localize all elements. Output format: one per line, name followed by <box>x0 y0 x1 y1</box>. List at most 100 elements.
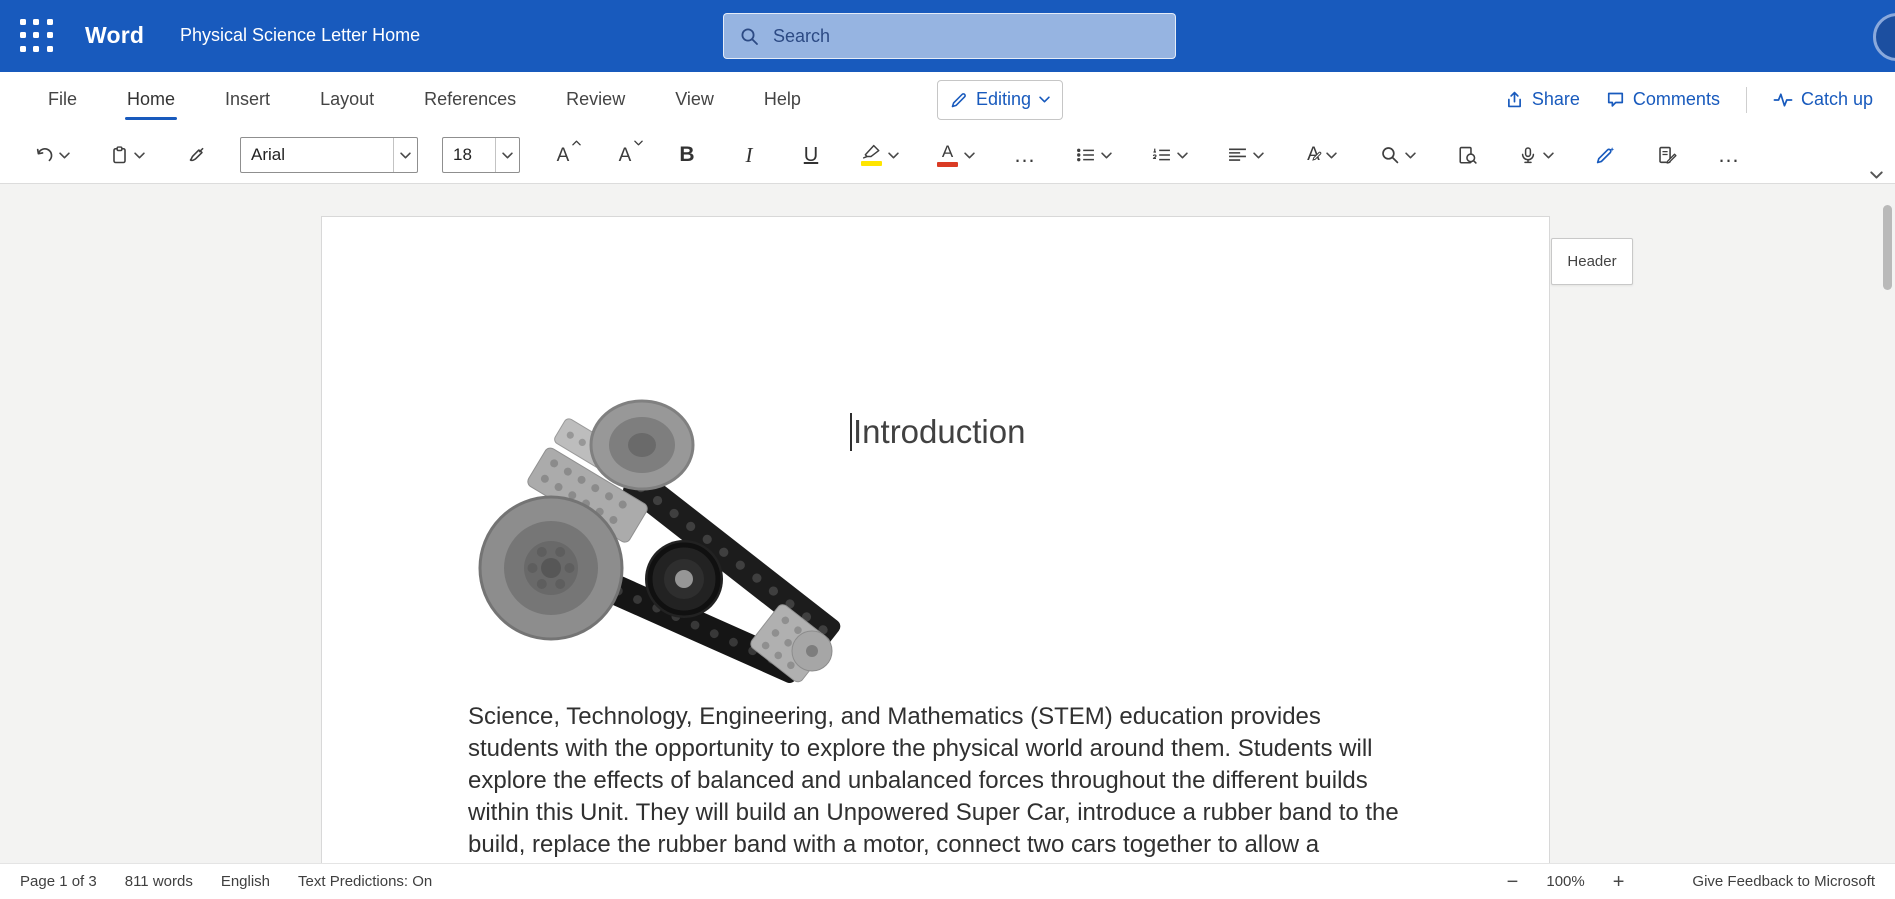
status-word-count[interactable]: 811 words <box>125 873 193 890</box>
tab-help[interactable]: Help <box>764 72 801 127</box>
page-edit-icon <box>1658 146 1677 165</box>
paste-button[interactable] <box>102 135 154 175</box>
body-paragraph[interactable]: Science, Technology, Engineering, and Ma… <box>468 701 1399 861</box>
clipboard-icon <box>111 146 128 164</box>
more-font-options-button[interactable]: … <box>1006 135 1044 175</box>
undo-icon <box>34 147 53 164</box>
document-canvas: Introduction Science, Technology, Engine… <box>0 184 1895 863</box>
font-name-value: Arial <box>241 145 393 165</box>
ellipsis-icon: … <box>1014 151 1037 160</box>
numbering-button[interactable] <box>1144 135 1196 175</box>
app-name[interactable]: Word <box>85 22 144 49</box>
paragraph-line[interactable]: Science, Technology, Engineering, and Ma… <box>468 701 1399 733</box>
document-title[interactable]: Physical Science Letter Home <box>180 25 420 46</box>
combo-arrow[interactable] <box>393 138 417 172</box>
styles-button[interactable]: A <box>1296 135 1348 175</box>
italic-icon: I <box>746 143 753 168</box>
editing-mode-dropdown[interactable]: Editing <box>937 80 1063 120</box>
paragraph-line[interactable]: within this Unit. They will build an Unp… <box>468 797 1399 829</box>
collapse-ribbon-icon[interactable] <box>1870 171 1883 179</box>
combo-arrow[interactable] <box>495 138 519 172</box>
bold-icon: B <box>679 143 694 167</box>
font-color-swatch <box>937 162 958 167</box>
tab-references[interactable]: References <box>424 72 516 127</box>
chevron-down-icon <box>134 152 145 159</box>
status-language[interactable]: English <box>221 873 270 890</box>
dictate-button[interactable] <box>1510 135 1562 175</box>
font-name-select[interactable]: Arial <box>240 137 418 173</box>
scrollbar-thumb[interactable] <box>1883 205 1892 290</box>
chevron-down-icon <box>964 152 975 159</box>
status-bar: Page 1 of 3 811 words English Text Predi… <box>0 863 1895 899</box>
app-header: Word Physical Science Letter Home <box>0 0 1895 72</box>
highlight-color-swatch <box>861 161 882 166</box>
underline-button[interactable]: U <box>792 135 830 175</box>
share-button[interactable]: Share <box>1505 89 1580 110</box>
page-edit-button[interactable] <box>1648 135 1686 175</box>
chevron-down-icon <box>1039 96 1050 103</box>
editor-button[interactable] <box>1586 135 1624 175</box>
feedback-link[interactable]: Give Feedback to Microsoft <box>1692 873 1875 890</box>
grow-font-button[interactable]: A <box>544 135 582 175</box>
shrink-font-icon: A <box>619 146 632 165</box>
zoom-level[interactable]: 100% <box>1546 873 1584 890</box>
app-launcher-icon[interactable] <box>20 19 54 53</box>
search-icon <box>740 27 759 46</box>
paragraph-line[interactable]: explore the effects of balanced and unba… <box>468 765 1399 797</box>
tab-review[interactable]: Review <box>566 72 625 127</box>
account-avatar[interactable] <box>1873 13 1895 61</box>
header-button[interactable]: Header <box>1551 238 1633 285</box>
tab-file[interactable]: File <box>48 72 77 127</box>
pulse-icon <box>1773 92 1793 108</box>
chevron-down-icon <box>59 152 70 159</box>
find-button[interactable] <box>1372 135 1424 175</box>
tab-layout[interactable]: Layout <box>320 72 374 127</box>
grow-font-icon: A <box>557 146 570 165</box>
italic-button[interactable]: I <box>730 135 768 175</box>
catch-up-button[interactable]: Catch up <box>1773 89 1873 110</box>
paragraph-line[interactable]: build, replace the rubber band with a mo… <box>468 829 1399 861</box>
zoom-in-button[interactable]: + <box>1613 872 1625 892</box>
font-color-icon: A <box>942 143 953 160</box>
tab-insert[interactable]: Insert <box>225 72 270 127</box>
zoom-out-button[interactable]: − <box>1507 872 1519 892</box>
text-highlight-button[interactable] <box>854 135 906 175</box>
document-page[interactable]: Introduction Science, Technology, Engine… <box>321 216 1550 863</box>
pencil-icon <box>950 91 968 109</box>
font-color-button[interactable]: A <box>930 135 982 175</box>
word-online-window: Word Physical Science Letter Home File H… <box>0 0 1895 899</box>
vertical-scrollbar[interactable] <box>1879 184 1895 863</box>
font-size-select[interactable]: 18 <box>442 137 520 173</box>
section-title[interactable]: Introduction <box>850 413 1025 451</box>
search-box[interactable] <box>723 13 1176 59</box>
robot-car-image[interactable] <box>460 399 845 694</box>
bullets-button[interactable] <box>1068 135 1120 175</box>
home-ribbon-toolbar: Arial 18 A A B I U <box>0 127 1895 184</box>
comments-button[interactable]: Comments <box>1606 89 1720 110</box>
chevron-down-icon <box>1405 152 1416 159</box>
status-page-count[interactable]: Page 1 of 3 <box>20 873 97 890</box>
bold-button[interactable]: B <box>668 135 706 175</box>
tab-view[interactable]: View <box>675 72 714 127</box>
document-search-button[interactable] <box>1448 135 1486 175</box>
status-right: − 100% + Give Feedback to Microsoft <box>1507 872 1875 892</box>
highlighter-icon <box>862 144 881 159</box>
format-painter-button[interactable] <box>178 135 216 175</box>
pencil-icon <box>1312 151 1322 161</box>
chevron-down-icon <box>888 152 899 159</box>
status-text-predictions[interactable]: Text Predictions: On <box>298 873 432 890</box>
paragraph-line[interactable]: students with the opportunity to explore… <box>468 733 1399 765</box>
search-input[interactable] <box>771 25 1131 48</box>
tab-home[interactable]: Home <box>127 72 175 127</box>
chevron-down-icon <box>1543 152 1554 159</box>
undo-button[interactable] <box>26 135 78 175</box>
editing-mode-label: Editing <box>976 89 1031 110</box>
shrink-font-button[interactable]: A <box>606 135 644 175</box>
alignment-button[interactable] <box>1220 135 1272 175</box>
page-magnifier-icon <box>1458 146 1477 165</box>
chevron-down-icon <box>400 152 411 159</box>
more-ribbon-options-button[interactable]: … <box>1710 135 1748 175</box>
chevron-down-icon <box>634 140 643 146</box>
search-icon <box>1381 146 1399 164</box>
editor-pen-icon <box>1595 146 1615 165</box>
